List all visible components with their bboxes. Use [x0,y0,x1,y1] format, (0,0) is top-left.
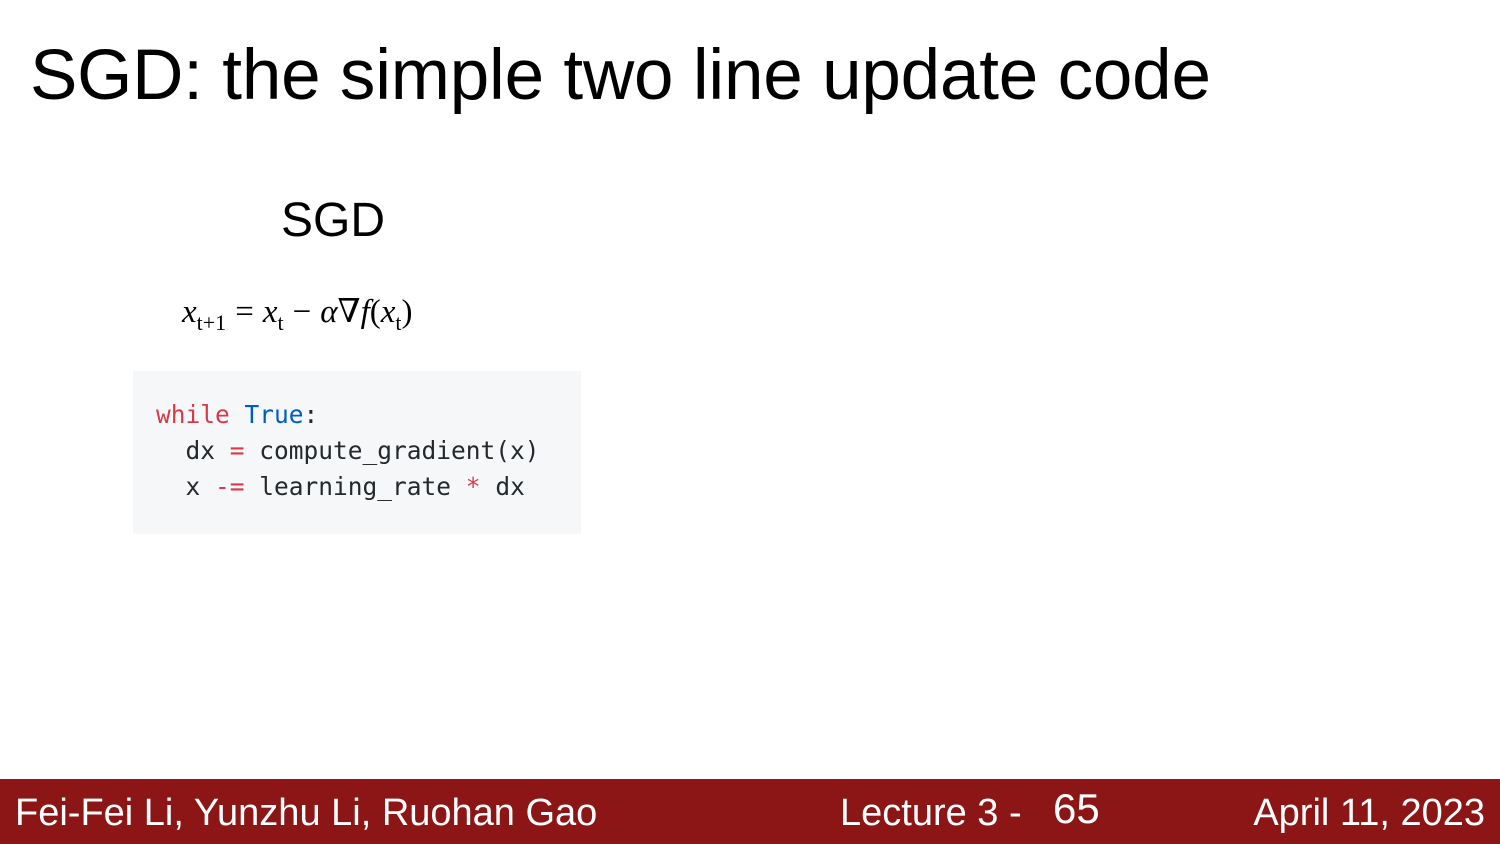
code-var-x: x [156,472,216,501]
code-op-minus-assign: -= [215,472,245,501]
formula-rparen: ) [401,294,413,330]
formula-alpha: α [320,294,338,330]
footer-bar: Fei-Fei Li, Yunzhu Li, Ruohan Gao Lectur… [0,779,1500,844]
formula-lparen: ( [369,294,381,330]
code-builtin-true: True [244,400,304,429]
formula-minus: − [292,294,312,330]
code-block: while True: dx = compute_gradient(x) x -… [133,371,581,534]
formula-rhs-var: x [262,294,278,330]
code-call: compute_gradient(x) [244,436,540,465]
sgd-update-formula: xt+1 = xt − α∇f(xt) [182,290,413,334]
code-line-1: while True: [156,397,581,433]
subtitle: SGD [281,194,386,247]
code-keyword-while: while [156,400,230,429]
code-learning-rate: learning_rate [244,472,466,501]
code-dx: dx [480,472,525,501]
footer-page-number: 65 [1053,785,1100,832]
footer-lecture: Lecture 3 - [840,792,1022,834]
code-var-dx: dx [156,436,230,465]
slide-title: SGD: the simple two line update code [30,36,1211,115]
code-op-assign: = [229,436,245,465]
formula-nabla: ∇ [337,294,361,330]
code-line-2: dx = compute_gradient(x) [156,433,581,469]
formula-arg-var: x [380,294,396,330]
formula-f: f [360,294,370,330]
code-op-multiply: * [465,472,481,501]
formula-equals: = [235,294,254,330]
code-colon: : [303,400,319,429]
code-line-3: x -= learning_rate * dx [156,469,581,505]
footer-date: April 11, 2023 [1253,792,1485,834]
formula-rhs-sub: t [277,310,284,335]
formula-lhs-var: x [182,294,197,330]
footer-authors: Fei-Fei Li, Yunzhu Li, Ruohan Gao [15,792,598,834]
formula-lhs-sub: t+1 [196,310,227,335]
